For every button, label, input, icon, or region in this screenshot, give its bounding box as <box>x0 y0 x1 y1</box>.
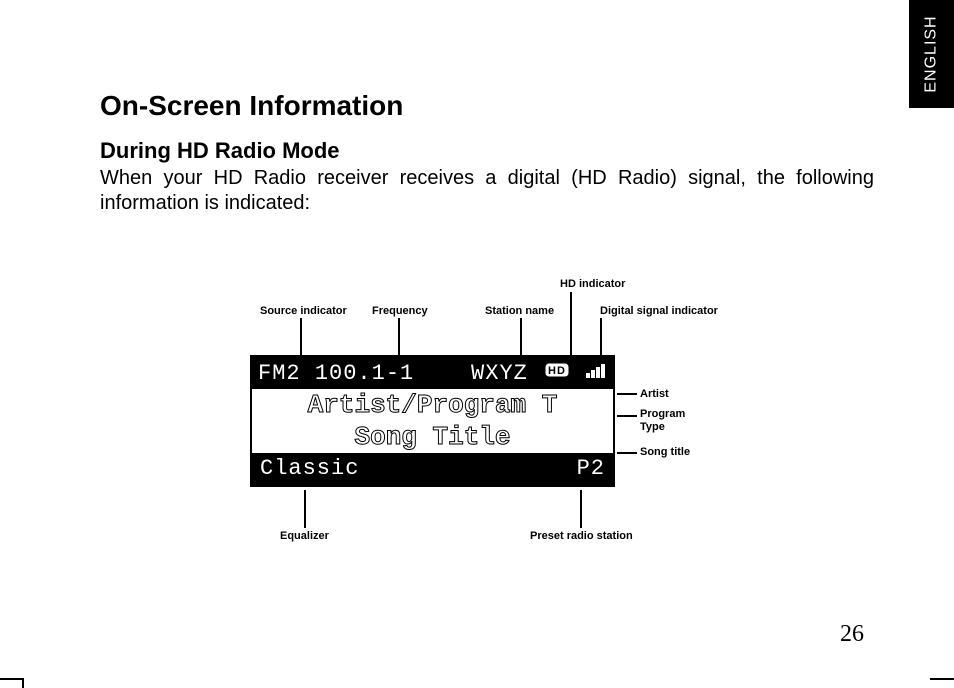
svg-text:HD: HD <box>548 365 566 377</box>
hd-icon: HD <box>544 357 570 389</box>
display-preset: P2 <box>577 453 605 485</box>
crop-mark <box>22 678 24 688</box>
leader-line <box>300 318 302 360</box>
display-song-line: Song Title <box>252 421 613 453</box>
leader-line <box>617 393 637 395</box>
section-heading: During HD Radio Mode <box>100 138 874 164</box>
label-hd-indicator: HD indicator <box>560 278 625 290</box>
page-title: On-Screen Information <box>100 90 874 122</box>
leader-line <box>617 452 637 454</box>
leader-line <box>520 318 522 360</box>
display-figure: HD indicator Source indicator Frequency … <box>230 260 700 560</box>
language-tab: ENGLISH <box>909 0 954 108</box>
display-station: WXYZ <box>471 361 528 386</box>
label-source-indicator: Source indicator <box>260 305 347 317</box>
label-preset: Preset radio station <box>530 530 633 542</box>
intro-text: When your HD Radio receiver receives a d… <box>100 166 874 216</box>
signal-icon <box>586 357 608 389</box>
label-station-name: Station name <box>485 305 554 317</box>
display-frequency: 100.1-1 <box>315 361 414 386</box>
display-artist-line: Artist/Program T <box>252 389 613 421</box>
page-content: On-Screen Information During HD Radio Mo… <box>100 90 874 216</box>
language-label: ENGLISH <box>923 15 941 92</box>
crop-mark <box>0 678 24 680</box>
leader-line <box>600 318 602 360</box>
label-frequency: Frequency <box>372 305 428 317</box>
crop-mark <box>930 678 954 680</box>
label-equalizer: Equalizer <box>280 530 329 542</box>
page-number: 26 <box>840 621 864 648</box>
leader-line <box>304 490 306 528</box>
display-source: FM2 <box>258 361 301 386</box>
label-artist: Artist <box>640 388 669 400</box>
radio-display: FM2 100.1-1 WXYZ HD Artist/Progra <box>250 355 615 487</box>
leader-line <box>580 490 582 528</box>
label-song-title: Song title <box>640 446 690 458</box>
display-top-row: FM2 100.1-1 WXYZ HD <box>252 357 613 389</box>
leader-line <box>570 292 572 360</box>
display-bottom-row: Classic P2 <box>252 453 613 485</box>
leader-line <box>398 318 400 360</box>
leader-line <box>617 415 637 417</box>
label-program-type: Program Type <box>640 408 700 434</box>
display-eq: Classic <box>260 453 359 485</box>
label-digital-signal: Digital signal indicator <box>600 305 718 317</box>
